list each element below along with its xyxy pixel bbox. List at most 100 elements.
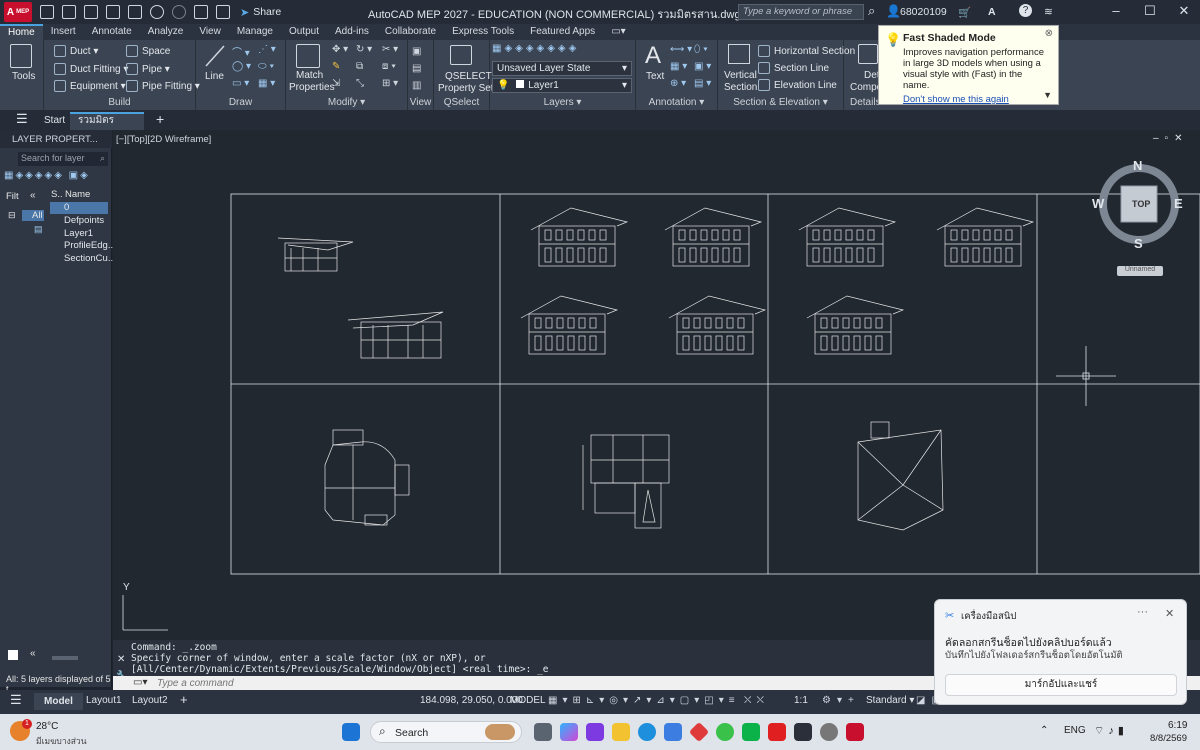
add-layout-icon[interactable]: +	[180, 692, 188, 707]
tools-button[interactable]: Tools	[12, 71, 35, 82]
name-header[interactable]: Name	[65, 189, 90, 200]
help-search-input[interactable]: Type a keyword or phrase	[738, 4, 864, 20]
text-button[interactable]: Text	[646, 71, 664, 82]
command-close-icon[interactable]: ✕	[117, 654, 125, 665]
markup-icon[interactable]: ▣ ▾	[694, 61, 711, 72]
youtube-icon[interactable]	[768, 723, 786, 741]
line-app-icon[interactable]	[742, 723, 760, 741]
modify-panel-label[interactable]: Modify ▾	[286, 97, 407, 108]
tab-overflow-icon[interactable]: ▭▾	[603, 24, 633, 40]
new-tab-icon[interactable]: +	[148, 110, 172, 128]
copilot-icon[interactable]	[560, 723, 578, 741]
start-icon[interactable]	[342, 723, 360, 741]
duct-button[interactable]: Duct ▾	[54, 45, 98, 57]
tab-annotate[interactable]: Annotate	[84, 24, 140, 40]
layout1-tab[interactable]: Layout1	[86, 695, 122, 706]
properties-label[interactable]: Properties	[289, 82, 335, 93]
autocad-taskbar-icon[interactable]	[846, 723, 864, 741]
chrome-icon[interactable]	[716, 723, 734, 741]
tray-overflow-icon[interactable]: ⌃	[1040, 725, 1048, 736]
filter-all[interactable]: All	[22, 210, 44, 221]
annotation-scale[interactable]: 1:1	[794, 695, 808, 706]
drafting-toggles-icons[interactable]: ▦▾⊞⊾▾◎▾↗▾⊿▾▢▾◰▾≡	[548, 695, 740, 706]
tree-expand-icon[interactable]: ⊟	[8, 210, 16, 221]
ellipse-icon[interactable]: ⬭ ▾	[258, 61, 274, 72]
qselect-panel-label[interactable]: QSelect	[434, 97, 489, 108]
layer-tools-icons[interactable]: ▦◈◈◈◈◈◈◈	[492, 43, 579, 54]
rectangle-icon[interactable]: ▭ ▾	[232, 78, 249, 89]
model-tab[interactable]: Model	[34, 693, 83, 710]
ucs-menu[interactable]: Unnamed	[1117, 266, 1163, 276]
drawing-tab[interactable]: รวมมิตรสาน* ✕	[70, 112, 144, 141]
command-input[interactable]	[153, 676, 913, 690]
used-layers-filter-icon[interactable]: ▤	[34, 224, 43, 235]
qselect-label[interactable]: QSELECT	[445, 71, 492, 82]
user-icon[interactable]: 👤	[886, 4, 901, 18]
stretch-icon[interactable]: ⇲	[332, 78, 340, 89]
file-menu-icon[interactable]: ☰	[8, 110, 36, 128]
view-icon-3[interactable]: ▥	[412, 80, 421, 91]
collapse-filter-icon[interactable]: «	[30, 190, 36, 201]
close-icon[interactable]: ✕	[1174, 3, 1194, 21]
equipment-button[interactable]: Equipment ▾	[54, 80, 126, 92]
weather-temp[interactable]: 28°C	[36, 721, 58, 732]
match-properties-icon[interactable]	[296, 44, 320, 68]
viewport-window-controls[interactable]: –▫✕	[1153, 133, 1189, 144]
qselect-icon[interactable]	[450, 45, 472, 65]
hatch-icon[interactable]: ▦ ▾	[258, 78, 275, 89]
clock-date[interactable]: 8/8/2569	[1150, 733, 1187, 744]
undo-icon[interactable]	[150, 5, 164, 19]
scale-icon[interactable]: ⤡	[356, 78, 364, 89]
match-label[interactable]: Match	[296, 70, 323, 81]
drawing-canvas[interactable]: TOP N S E W Unnamed Y –▫✕	[113, 130, 1200, 640]
pipe-fitting-button[interactable]: Pipe Fitting ▾	[126, 80, 200, 92]
view-icon-2[interactable]: ▤	[412, 63, 421, 74]
clock-time[interactable]: 6:19	[1168, 720, 1187, 731]
layer-state-select[interactable]: Unsaved Layer State ▾	[492, 61, 632, 76]
tab-insert[interactable]: Insert	[43, 24, 84, 40]
palette-scrollbar[interactable]	[52, 656, 78, 660]
rotate-icon[interactable]: ↻ ▾	[356, 44, 372, 55]
collapse-icon[interactable]: «	[30, 648, 36, 659]
task-view-icon[interactable]	[534, 723, 552, 741]
autodesk-a-icon[interactable]: A	[988, 6, 996, 18]
network-volume-battery-icons[interactable]: ⌔♪▮	[1094, 724, 1128, 738]
vertical-label[interactable]: Vertical	[724, 70, 757, 81]
section-panel-label[interactable]: Section & Elevation ▾	[718, 97, 843, 108]
terminal-icon[interactable]	[794, 723, 812, 741]
layer-row[interactable]: Defpoints	[50, 215, 108, 227]
space-button[interactable]: Space	[126, 45, 170, 57]
file-explorer-icon[interactable]	[612, 723, 630, 741]
command-recent-icon[interactable]: ▭▾	[133, 677, 147, 688]
pipe-button[interactable]: Pipe ▾	[126, 63, 170, 75]
build-panel-label[interactable]: Build	[44, 97, 195, 108]
tag-icon[interactable]: ⊕ ▾	[670, 78, 686, 89]
layout-menu-icon[interactable]: ☰	[10, 692, 22, 708]
share-icon[interactable]: ➤	[240, 6, 249, 19]
print-icon[interactable]	[128, 5, 142, 19]
weather-desc[interactable]: มีเมฆบางส่วน	[36, 734, 87, 748]
tooltip-expand-icon[interactable]: ▼	[1043, 90, 1052, 100]
model-space-toggle[interactable]: MODEL	[510, 695, 546, 706]
redo-icon[interactable]	[172, 5, 186, 19]
new-icon[interactable]	[40, 5, 54, 19]
cart-icon[interactable]: 🛒	[958, 6, 971, 19]
elevation-line-button[interactable]: Elevation Line	[758, 79, 837, 91]
plot-icon[interactable]	[216, 5, 230, 19]
invert-filter-checkbox[interactable]	[8, 650, 18, 660]
trim-icon[interactable]: ✂ ▾	[382, 44, 398, 55]
dimension-icon[interactable]: ⟷ ▾	[670, 44, 692, 55]
minimize-icon[interactable]: –	[1106, 3, 1126, 21]
tab-add-ins[interactable]: Add-ins	[327, 24, 377, 40]
layer-toolbar-icons[interactable]: ▦◈◈◈◈◈ ▣◈	[4, 170, 90, 181]
toast-more-icon[interactable]: ···	[1137, 606, 1148, 618]
layout2-tab[interactable]: Layout2	[132, 695, 168, 706]
section-label[interactable]: Section	[724, 82, 757, 93]
tab-featured-apps[interactable]: Featured Apps	[522, 24, 603, 40]
tools-icon[interactable]	[10, 44, 32, 68]
line-button[interactable]: Line	[205, 71, 224, 82]
tab-analyze[interactable]: Analyze	[140, 24, 192, 40]
arc-icon[interactable]: ⌒ ▾	[232, 44, 250, 59]
tab-express-tools[interactable]: Express Tools	[444, 24, 522, 40]
current-layer-select[interactable]: 💡 Layer1 ▾	[492, 78, 632, 93]
